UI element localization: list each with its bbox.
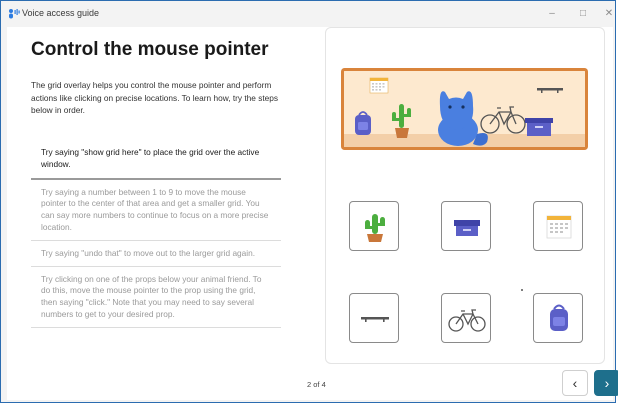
next-button[interactable]: › [594,370,618,396]
prop-calendar-button[interactable] [533,201,583,251]
shelf-icon [361,317,389,322]
scene-calendar-icon [369,77,389,94]
backpack-icon [550,304,568,331]
chevron-left-icon: ‹ [572,375,578,391]
page-title: Control the mouse pointer [31,39,269,60]
chevron-right-icon: › [604,375,610,391]
app-window: Voice access guide – □ ✕ Control the mou… [0,0,618,403]
scene-backpack-icon [355,111,371,135]
page-indicator: 2 of 4 [307,380,326,389]
voice-access-app-icon [9,9,20,19]
maximize-button[interactable]: □ [572,5,594,23]
prop-bicycle-button[interactable] [441,293,491,343]
practice-panel [325,27,605,364]
calendar-icon [546,215,572,239]
step-item: Try saying a number between 1 to 9 to mo… [31,180,281,241]
window-title: Voice access guide [22,8,100,18]
bicycle-icon [448,309,486,332]
content-area: Control the mouse pointer The grid overl… [7,27,618,400]
minimize-button[interactable]: – [541,5,563,23]
step-item: Try clicking on one of the props below y… [31,267,281,328]
box-icon [454,220,480,236]
steps-list: Try saying "show grid here" to place the… [31,139,281,328]
prop-shelf-button[interactable] [349,293,399,343]
title-bar: Voice access guide – □ ✕ [1,1,615,27]
prop-cactus-button[interactable] [349,201,399,251]
prop-backpack-button[interactable] [533,293,583,343]
intro-text: The grid overlay helps you control the m… [31,80,279,115]
instructions-pane: Control the mouse pointer The grid overl… [7,27,307,400]
previous-button[interactable]: ‹ [562,370,588,396]
mouse-pointer-dot [521,289,523,291]
step-item: Try saying "show grid here" to place the… [31,139,281,180]
cactus-icon [365,214,385,242]
animal-friend-scene [341,68,588,150]
prop-box-button[interactable] [441,201,491,251]
close-button[interactable]: ✕ [598,5,618,23]
step-item: Try saying "undo that" to move out to th… [31,241,281,267]
scene-box-icon [525,118,553,136]
